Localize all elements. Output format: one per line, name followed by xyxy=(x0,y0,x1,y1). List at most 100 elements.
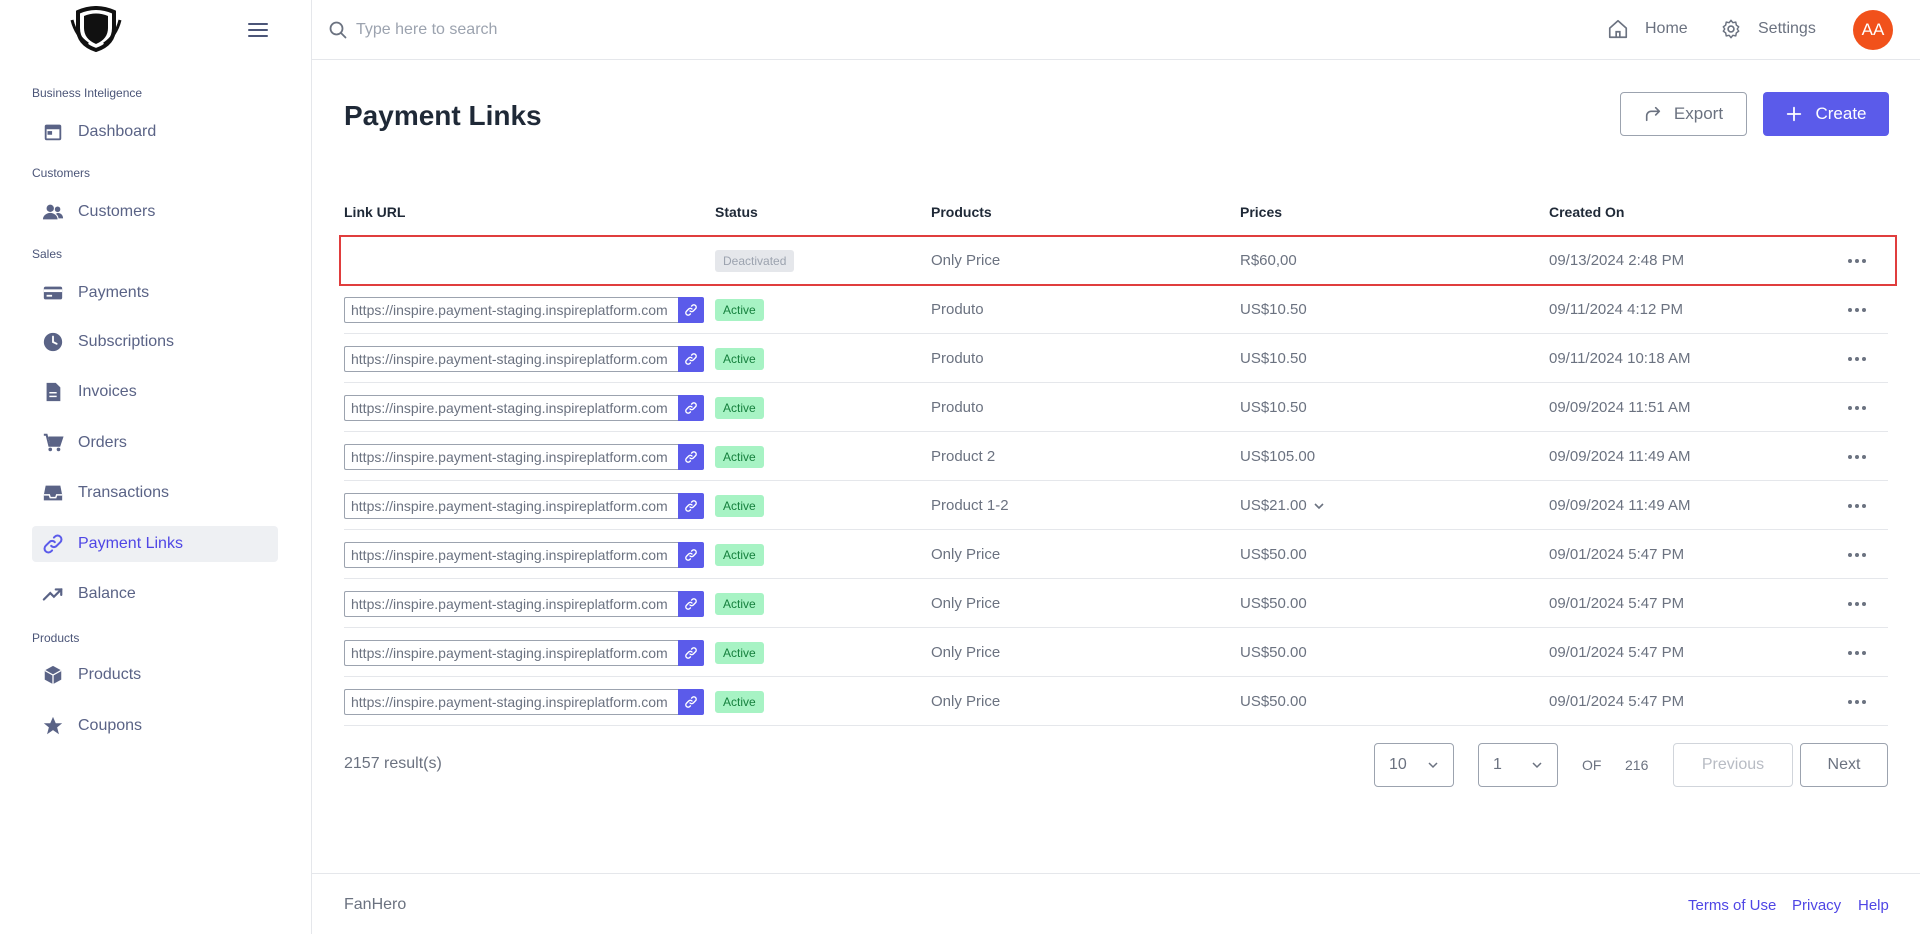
link-url-field[interactable]: https://inspire.payment-staging.inspirep… xyxy=(344,541,678,568)
sidebar-item-payment-links[interactable]: Payment Links xyxy=(32,526,278,562)
brand-logo[interactable] xyxy=(68,6,124,53)
column-header-products: Products xyxy=(931,204,992,220)
link-url-field[interactable]: https://inspire.payment-staging.inspirep… xyxy=(344,590,678,617)
row-actions-button[interactable] xyxy=(1846,285,1868,334)
row-actions-button[interactable] xyxy=(1846,530,1868,579)
page-size-select[interactable]: 10 xyxy=(1374,743,1454,787)
price-cell[interactable]: US$21.00 xyxy=(1240,481,1325,530)
copy-link-button[interactable] xyxy=(678,296,704,323)
product-cell: Only Price xyxy=(931,252,1001,269)
price-cell: US$50.00 xyxy=(1240,677,1307,726)
search-input[interactable] xyxy=(356,14,856,46)
sidebar-item-label: Invoices xyxy=(78,383,137,400)
row-actions-button[interactable] xyxy=(1846,334,1868,383)
page-title: Payment Links xyxy=(344,100,542,131)
column-header-status: Status xyxy=(715,204,758,220)
status-cell: Active xyxy=(715,481,764,530)
status-badge: Active xyxy=(715,347,764,370)
sidebar-item-orders[interactable]: Orders xyxy=(32,425,278,461)
copy-link-button[interactable] xyxy=(678,688,704,715)
link-url-field[interactable]: https://inspire.payment-staging.inspirep… xyxy=(344,345,678,372)
copy-link-button[interactable] xyxy=(678,492,704,519)
copy-link-icon xyxy=(685,646,697,659)
link-url-field[interactable]: https://inspire.payment-staging.inspirep… xyxy=(344,492,678,519)
row-actions-button[interactable] xyxy=(1846,383,1868,432)
created-on-cell: 09/09/2024 11:49 AM xyxy=(1549,448,1691,465)
link-url-field[interactable]: https://inspire.payment-staging.inspirep… xyxy=(344,296,678,323)
copy-link-button[interactable] xyxy=(678,639,704,666)
privacy-link[interactable]: Privacy xyxy=(1792,897,1841,914)
home-icon xyxy=(1608,19,1628,39)
product-cell: Only Price xyxy=(931,546,1001,563)
more-horizontal-icon xyxy=(1848,552,1866,557)
link-url-field[interactable]: https://inspire.payment-staging.inspirep… xyxy=(344,639,678,666)
sidebar-item-invoices[interactable]: Invoices xyxy=(32,374,278,410)
more-horizontal-icon xyxy=(1848,650,1866,655)
create-button[interactable]: Create xyxy=(1763,92,1889,136)
sidebar-item-products[interactable]: Products xyxy=(32,657,278,693)
link-url-field[interactable]: https://inspire.payment-staging.inspirep… xyxy=(344,443,678,470)
page-number-select[interactable]: 1 xyxy=(1478,743,1558,787)
row-actions-button[interactable] xyxy=(1846,579,1868,628)
section-products: Products xyxy=(32,631,80,645)
product-cell: Only Price xyxy=(931,595,1001,612)
link-url-text: https://inspire.payment-staging.inspirep… xyxy=(351,301,668,318)
copy-link-button[interactable] xyxy=(678,394,704,421)
avatar[interactable]: AA xyxy=(1853,10,1893,50)
settings-link[interactable]: Settings xyxy=(1720,18,1816,40)
total-pages: 216 xyxy=(1625,757,1649,773)
copy-link-button[interactable] xyxy=(678,541,704,568)
settings-label: Settings xyxy=(1758,20,1816,37)
help-link[interactable]: Help xyxy=(1858,897,1889,914)
page-size-value: 10 xyxy=(1389,756,1407,773)
gear-icon xyxy=(1722,19,1740,39)
link-url-cell: https://inspire.payment-staging.inspirep… xyxy=(344,530,704,579)
row-actions-button[interactable] xyxy=(1846,628,1868,677)
copy-link-button[interactable] xyxy=(678,590,704,617)
link-url-cell: https://inspire.payment-staging.inspirep… xyxy=(344,579,704,628)
status-cell: Active xyxy=(715,334,764,383)
row-actions-button[interactable] xyxy=(1846,432,1868,481)
table-row: https://inspire.payment-staging.inspirep… xyxy=(344,481,1888,530)
status-cell: Active xyxy=(715,579,764,628)
sidebar-item-dashboard[interactable]: Dashboard xyxy=(32,114,278,150)
sidebar-item-transactions[interactable]: Transactions xyxy=(32,475,278,511)
table-body: Deactivated Only Price R$60,00 09/13/2024 2… xyxy=(339,235,1897,726)
link-url-field[interactable]: https://inspire.payment-staging.inspirep… xyxy=(344,394,678,421)
terms-link[interactable]: Terms of Use xyxy=(1688,897,1776,914)
sidebar-item-subscriptions[interactable]: Subscriptions xyxy=(32,324,278,360)
more-horizontal-icon xyxy=(1848,601,1866,606)
table-header: Link URL Status Products Prices Created … xyxy=(344,196,1888,236)
more-horizontal-icon xyxy=(1848,503,1866,508)
row-actions-button[interactable] xyxy=(1846,236,1868,285)
link-url-cell: https://inspire.payment-staging.inspirep… xyxy=(344,481,704,530)
home-link[interactable]: Home xyxy=(1607,18,1688,40)
row-actions-button[interactable] xyxy=(1846,677,1868,726)
next-button[interactable]: Next xyxy=(1800,743,1888,787)
section-business-inteligence: Business Inteligence xyxy=(32,86,143,100)
chevron-down-icon[interactable] xyxy=(1313,500,1325,512)
status-cell: Active xyxy=(715,530,764,579)
row-actions-button[interactable] xyxy=(1846,481,1868,530)
status-badge: Active xyxy=(715,641,764,664)
previous-button[interactable]: Previous xyxy=(1673,743,1793,787)
sidebar-item-coupons[interactable]: Coupons xyxy=(32,708,278,744)
copy-link-icon xyxy=(685,597,697,610)
copy-link-icon xyxy=(685,401,697,414)
status-cell: Active xyxy=(715,432,764,481)
sidebar-item-payments[interactable]: Payments xyxy=(32,275,278,311)
export-button[interactable]: Export xyxy=(1620,92,1747,136)
export-label: Export xyxy=(1673,104,1724,123)
copy-link-button[interactable] xyxy=(678,443,704,470)
sidebar-item-customers[interactable]: Customers xyxy=(32,194,278,230)
copy-link-button[interactable] xyxy=(678,345,704,372)
link-url-field[interactable]: https://inspire.payment-staging.inspirep… xyxy=(344,688,678,715)
footer-brand: FanHero xyxy=(344,896,407,913)
more-horizontal-icon xyxy=(1848,307,1866,312)
price-value: US$105.00 xyxy=(1240,448,1316,465)
created-on-cell: 09/01/2024 5:47 PM xyxy=(1549,595,1685,612)
menu-toggle-icon[interactable] xyxy=(246,18,270,42)
link-url-text: https://inspire.payment-staging.inspirep… xyxy=(351,693,668,710)
sidebar-item-balance[interactable]: Balance xyxy=(32,576,278,612)
link-url-text: https://inspire.payment-staging.inspirep… xyxy=(351,644,668,661)
